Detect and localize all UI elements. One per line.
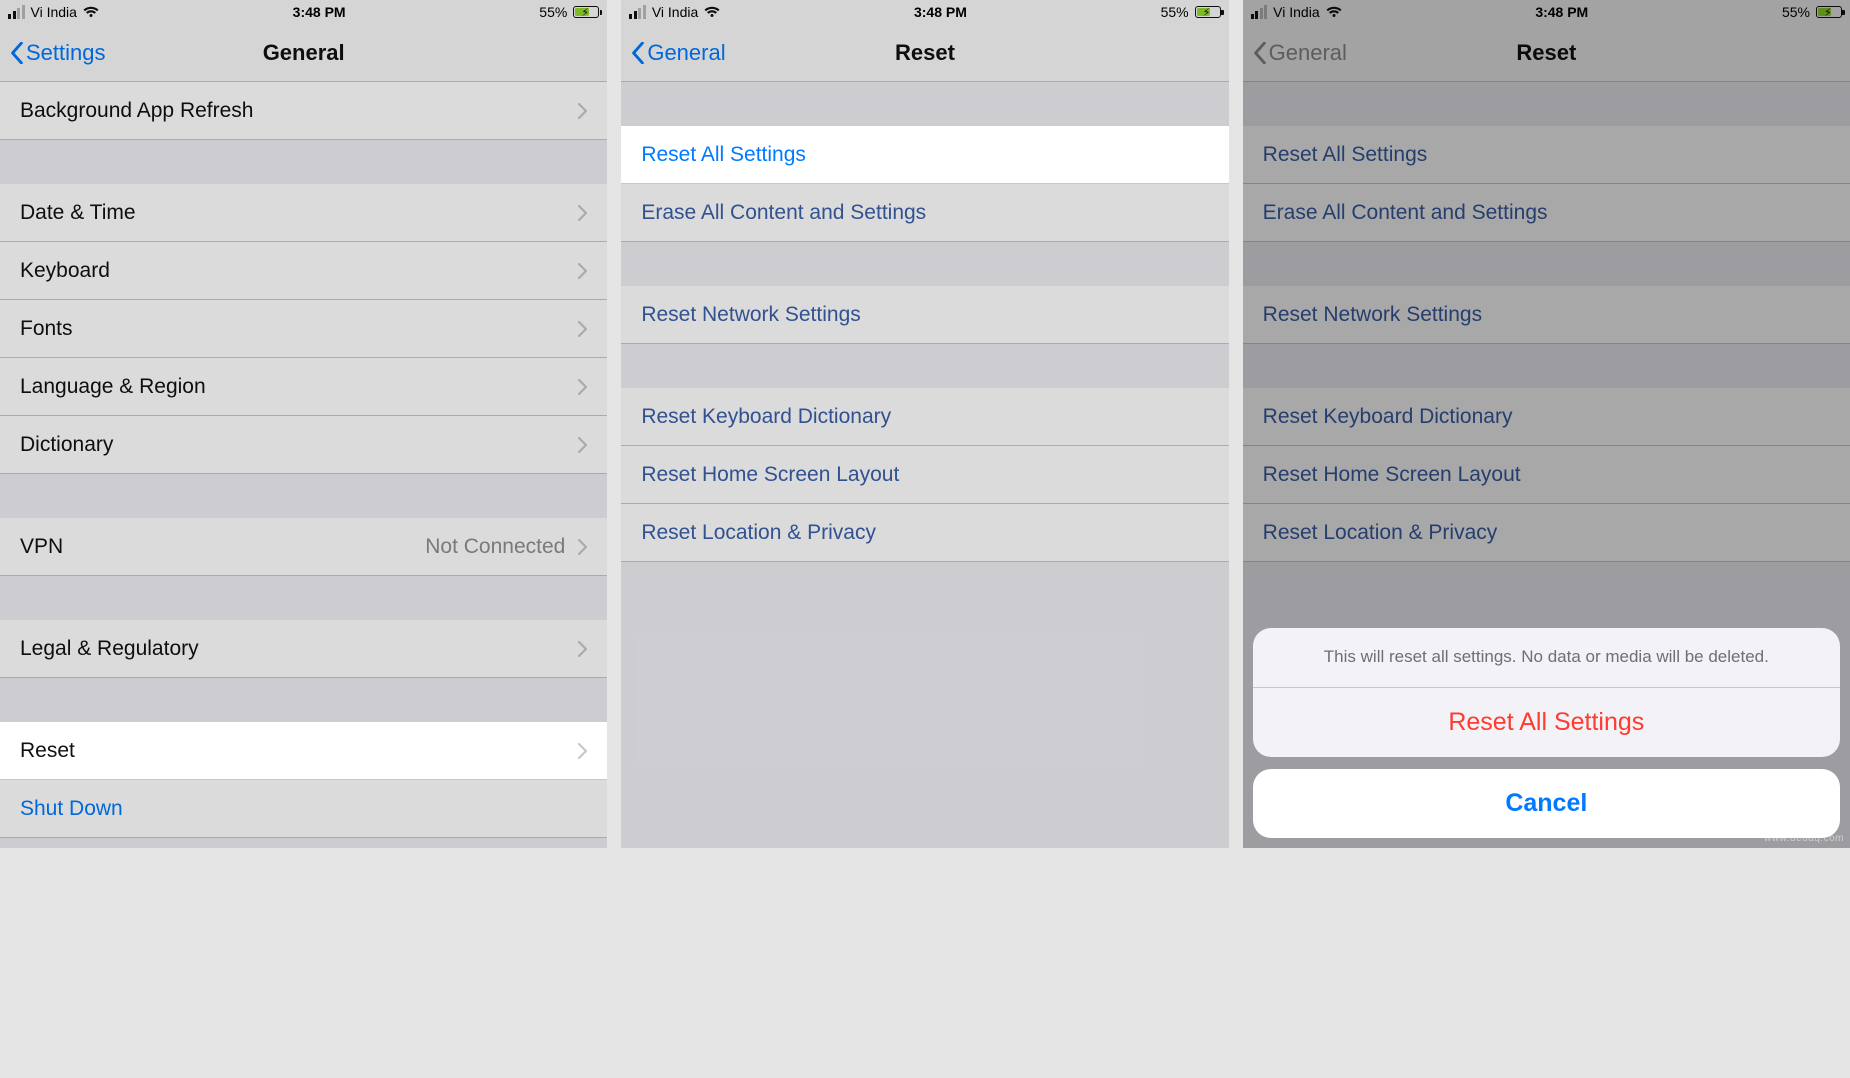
screen-general-settings: Vi India 3:48 PM 55% ⚡︎ Settings General… xyxy=(0,0,607,848)
status-bar: Vi India 3:48 PM 55% ⚡︎ xyxy=(1243,0,1850,24)
back-button[interactable]: General xyxy=(631,40,725,66)
carrier-label: Vi India xyxy=(652,4,698,20)
action-sheet-message: This will reset all settings. No data or… xyxy=(1253,628,1840,688)
row-shut-down[interactable]: Shut Down xyxy=(0,780,607,838)
row-erase-all-content[interactable]: Erase All Content and Settings xyxy=(1243,184,1850,242)
chevron-right-icon xyxy=(577,539,587,555)
signal-icon xyxy=(1251,5,1268,19)
row-label: Reset Keyboard Dictionary xyxy=(641,405,891,429)
back-label: Settings xyxy=(26,40,106,66)
wifi-icon xyxy=(704,6,720,18)
row-reset-all-settings[interactable]: Reset All Settings xyxy=(621,126,1228,184)
chevron-right-icon xyxy=(577,437,587,453)
action-sheet: This will reset all settings. No data or… xyxy=(1253,628,1840,838)
row-keyboard[interactable]: Keyboard xyxy=(0,242,607,300)
chevron-right-icon xyxy=(577,321,587,337)
status-time: 3:48 PM xyxy=(914,4,967,20)
row-erase-all-content[interactable]: Erase All Content and Settings xyxy=(621,184,1228,242)
chevron-left-icon xyxy=(631,42,645,64)
row-legal-regulatory[interactable]: Legal & Regulatory xyxy=(0,620,607,678)
action-sheet-card: This will reset all settings. No data or… xyxy=(1253,628,1840,757)
signal-icon xyxy=(8,5,25,19)
status-bar: Vi India 3:48 PM 55% ⚡︎ xyxy=(621,0,1228,24)
nav-title: General xyxy=(263,40,345,66)
battery-icon: ⚡︎ xyxy=(1195,6,1221,18)
battery-pct: 55% xyxy=(539,4,567,20)
nav-title: Reset xyxy=(895,40,955,66)
row-background-app-refresh[interactable]: Background App Refresh xyxy=(0,82,607,140)
nav-title: Reset xyxy=(1516,40,1576,66)
row-reset-location-privacy[interactable]: Reset Location & Privacy xyxy=(1243,504,1850,562)
signal-icon xyxy=(629,5,646,19)
row-label: Reset Location & Privacy xyxy=(1263,521,1498,545)
status-time: 3:48 PM xyxy=(1535,4,1588,20)
battery-pct: 55% xyxy=(1161,4,1189,20)
chevron-right-icon xyxy=(577,641,587,657)
status-bar: Vi India 3:48 PM 55% ⚡︎ xyxy=(0,0,607,24)
action-sheet-cancel-button[interactable]: Cancel xyxy=(1253,769,1840,838)
back-label: General xyxy=(647,40,725,66)
row-label: Reset xyxy=(20,739,75,763)
row-label: Reset Network Settings xyxy=(641,303,860,327)
row-label: Shut Down xyxy=(20,797,123,821)
row-label: Language & Region xyxy=(20,375,206,399)
status-time: 3:48 PM xyxy=(293,4,346,20)
row-reset-keyboard-dictionary[interactable]: Reset Keyboard Dictionary xyxy=(1243,388,1850,446)
row-reset-network-settings[interactable]: Reset Network Settings xyxy=(1243,286,1850,344)
row-label: Keyboard xyxy=(20,259,110,283)
chevron-right-icon xyxy=(577,205,587,221)
row-reset-network-settings[interactable]: Reset Network Settings xyxy=(621,286,1228,344)
chevron-right-icon xyxy=(577,743,587,759)
chevron-left-icon xyxy=(10,42,24,64)
row-vpn[interactable]: VPN Not Connected xyxy=(0,518,607,576)
battery-pct: 55% xyxy=(1782,4,1810,20)
row-label: Background App Refresh xyxy=(20,99,253,123)
action-sheet-destructive-button[interactable]: Reset All Settings xyxy=(1253,688,1840,757)
row-reset[interactable]: Reset xyxy=(0,722,607,780)
row-label: Reset All Settings xyxy=(641,143,806,167)
wifi-icon xyxy=(1326,6,1342,18)
chevron-right-icon xyxy=(577,103,587,119)
row-label: Fonts xyxy=(20,317,73,341)
wifi-icon xyxy=(83,6,99,18)
row-label: VPN xyxy=(20,535,63,559)
row-fonts[interactable]: Fonts xyxy=(0,300,607,358)
chevron-right-icon xyxy=(577,379,587,395)
row-label: Reset Home Screen Layout xyxy=(1263,463,1521,487)
back-button[interactable]: General xyxy=(1253,40,1347,66)
row-label: Reset Location & Privacy xyxy=(641,521,876,545)
row-label: Legal & Regulatory xyxy=(20,637,199,661)
nav-bar: General Reset xyxy=(621,24,1228,82)
carrier-label: Vi India xyxy=(1273,4,1319,20)
screen-reset-confirm: Vi India 3:48 PM 55% ⚡︎ General Reset Re… xyxy=(1243,0,1850,848)
row-label: Erase All Content and Settings xyxy=(1263,201,1548,225)
row-reset-keyboard-dictionary[interactable]: Reset Keyboard Dictionary xyxy=(621,388,1228,446)
row-label: Reset All Settings xyxy=(1263,143,1428,167)
screen-reset-list: Vi India 3:48 PM 55% ⚡︎ General Reset Re… xyxy=(621,0,1228,848)
battery-icon: ⚡︎ xyxy=(1816,6,1842,18)
row-label: Reset Network Settings xyxy=(1263,303,1482,327)
row-detail: Not Connected xyxy=(425,535,565,559)
row-label: Dictionary xyxy=(20,433,113,457)
nav-bar: Settings General xyxy=(0,24,607,82)
row-reset-home-screen-layout[interactable]: Reset Home Screen Layout xyxy=(1243,446,1850,504)
row-reset-home-screen-layout[interactable]: Reset Home Screen Layout xyxy=(621,446,1228,504)
back-label: General xyxy=(1269,40,1347,66)
chevron-left-icon xyxy=(1253,42,1267,64)
row-dictionary[interactable]: Dictionary xyxy=(0,416,607,474)
battery-icon: ⚡︎ xyxy=(573,6,599,18)
row-date-time[interactable]: Date & Time xyxy=(0,184,607,242)
carrier-label: Vi India xyxy=(31,4,77,20)
nav-bar: General Reset xyxy=(1243,24,1850,82)
row-reset-all-settings[interactable]: Reset All Settings xyxy=(1243,126,1850,184)
row-label: Reset Keyboard Dictionary xyxy=(1263,405,1513,429)
chevron-right-icon xyxy=(577,263,587,279)
row-label: Erase All Content and Settings xyxy=(641,201,926,225)
row-label: Reset Home Screen Layout xyxy=(641,463,899,487)
row-label: Date & Time xyxy=(20,201,136,225)
row-language-region[interactable]: Language & Region xyxy=(0,358,607,416)
row-reset-location-privacy[interactable]: Reset Location & Privacy xyxy=(621,504,1228,562)
back-button[interactable]: Settings xyxy=(10,40,106,66)
